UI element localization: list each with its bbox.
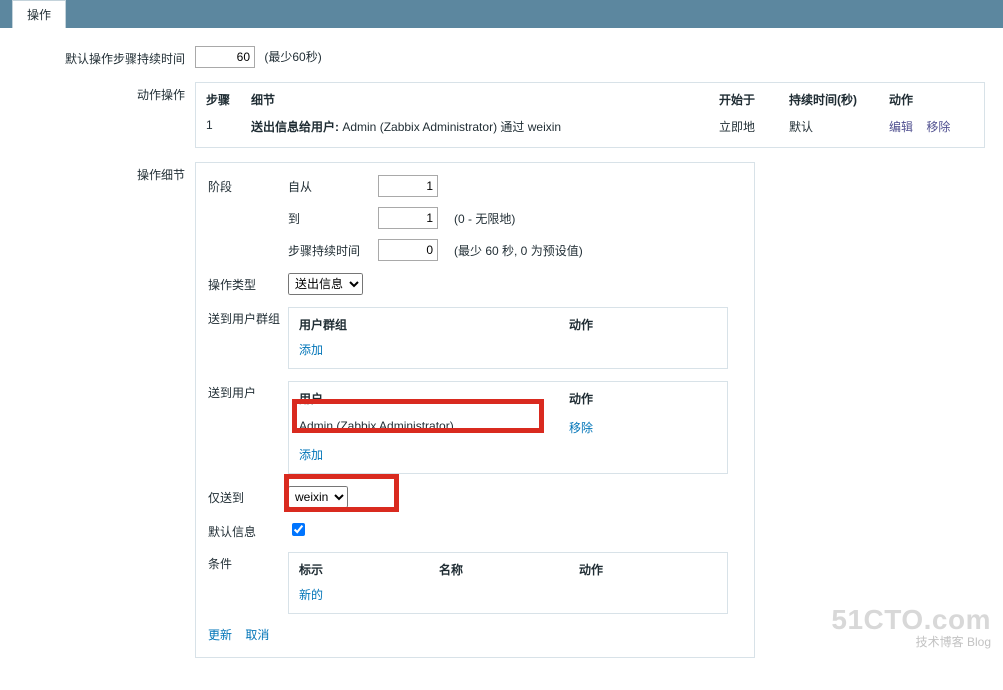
select-op-type[interactable]: 送出信息: [288, 273, 363, 295]
checkbox-default-msg[interactable]: [292, 523, 305, 536]
hint-to: (0 - 无限地): [454, 210, 583, 227]
table-row: Admin (Zabbix Administrator) 移除: [299, 415, 717, 440]
input-to[interactable]: [378, 207, 438, 229]
table-row: 1 送出信息给用户: Admin (Zabbix Administrator) …: [206, 114, 974, 139]
update-link[interactable]: 更新: [208, 628, 232, 642]
th-cond-action: 动作: [579, 561, 603, 578]
input-default-step-duration[interactable]: [195, 46, 255, 68]
label-from: 自从: [288, 178, 378, 195]
tab-operations[interactable]: 操作: [12, 0, 66, 28]
label-send-user: 送到用户: [208, 381, 288, 401]
actions-table: 步骤 细节 开始于 持续时间(秒) 动作 1 送出信息给用户: Admin (Z…: [195, 82, 985, 148]
operation-detail-box: 阶段 自从 到 (0 - 无限地) 步骤持续时间 (最少 60 秒, 0 为预设…: [195, 162, 755, 658]
th-user: 用户: [299, 390, 569, 407]
input-step-duration[interactable]: [378, 239, 438, 261]
cancel-link[interactable]: 取消: [245, 628, 269, 642]
cell-duration: 默认: [789, 118, 889, 135]
th-detail: 细节: [251, 91, 719, 108]
edit-link[interactable]: 编辑: [889, 120, 913, 134]
select-only-send-to[interactable]: weixin: [288, 486, 348, 508]
hint-step-duration: (最少 60 秒, 0 为预设值): [454, 242, 583, 259]
th-duration: 持续时间(秒): [789, 91, 889, 108]
label-action-operations: 动作操作: [0, 82, 195, 103]
label-stage: 阶段: [208, 175, 288, 195]
th-user-group: 用户群组: [299, 316, 569, 333]
add-user-link[interactable]: 添加: [299, 448, 323, 462]
label-conditions: 条件: [208, 552, 288, 572]
watermark: 51CTO.com 技术博客 Blog: [831, 605, 991, 649]
cell-start: 立即地: [719, 118, 789, 135]
new-condition-link[interactable]: 新的: [299, 588, 323, 602]
remove-link[interactable]: 移除: [926, 120, 950, 134]
th-user-group-action: 动作: [569, 316, 717, 333]
cell-detail-body: Admin (Zabbix Administrator) 通过 weixin: [342, 120, 561, 134]
label-op-type: 操作类型: [208, 273, 288, 293]
th-action: 动作: [889, 91, 974, 108]
th-user-action: 动作: [569, 390, 717, 407]
label-only-send-to: 仅送到: [208, 486, 288, 506]
cell-step: 1: [206, 118, 251, 135]
label-step-duration: 步骤持续时间: [288, 242, 378, 259]
label-default-msg: 默认信息: [208, 520, 288, 540]
hint-default-step-duration: (最少60秒): [264, 50, 321, 64]
th-cond-name: 名称: [439, 561, 579, 578]
cell-detail: 送出信息给用户: Admin (Zabbix Administrator) 通过…: [251, 118, 719, 135]
cell-user-name: Admin (Zabbix Administrator): [299, 419, 569, 436]
th-cond-tag: 标示: [299, 561, 439, 578]
remove-user-link[interactable]: 移除: [569, 421, 593, 435]
label-default-step-duration: 默认操作步骤持续时间: [0, 46, 195, 67]
conditions-table: 标示 名称 动作 新的: [288, 552, 728, 614]
th-start: 开始于: [719, 91, 789, 108]
user-group-table: 用户群组 动作 添加: [288, 307, 728, 369]
add-user-group-link[interactable]: 添加: [299, 343, 323, 357]
th-step: 步骤: [206, 91, 251, 108]
label-to: 到: [288, 210, 378, 227]
user-table: 用户 动作 Admin (Zabbix Administrator) 移除 添加: [288, 381, 728, 474]
input-from[interactable]: [378, 175, 438, 197]
label-operation-detail: 操作细节: [0, 162, 195, 183]
label-send-user-group: 送到用户群组: [208, 307, 288, 327]
cell-detail-prefix: 送出信息给用户:: [251, 120, 342, 134]
